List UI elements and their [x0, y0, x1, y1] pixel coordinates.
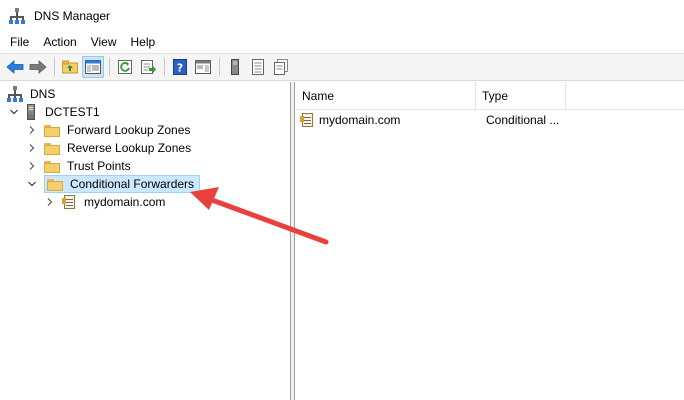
tree-node-label: Forward Lookup Zones	[67, 123, 191, 137]
main-content: DNS DCTEST1 Forward Lookup Zones Reverse…	[0, 82, 684, 400]
console-tree-icon	[85, 60, 101, 74]
menu-view[interactable]: View	[84, 32, 124, 52]
export-list-button[interactable]	[137, 56, 159, 78]
list-item-type: Conditional ...	[486, 113, 560, 127]
records-list-button[interactable]	[247, 56, 269, 78]
tree-node-label: Trust Points	[67, 159, 131, 173]
back-button[interactable]	[4, 56, 26, 78]
dns-manager-icon	[7, 86, 23, 102]
server-icon	[26, 104, 36, 120]
show-hide-console-tree-button[interactable]	[82, 56, 104, 78]
dns-manager-app-icon	[9, 8, 25, 24]
tree-node-trust-points[interactable]: Trust Points	[26, 157, 134, 175]
server-button[interactable]	[224, 56, 246, 78]
chevron-right-icon[interactable]	[44, 196, 56, 208]
tree-node-server[interactable]: DCTEST1	[8, 103, 103, 121]
chevron-right-icon[interactable]	[26, 142, 38, 154]
zone-icon	[62, 194, 76, 210]
tree-node-label: Reverse Lookup Zones	[67, 141, 192, 155]
tree-node-label: DCTEST1	[45, 105, 100, 119]
copy-records-button[interactable]	[270, 56, 292, 78]
forward-arrow-icon	[29, 60, 47, 74]
selection-highlight: Conditional Forwarders	[44, 175, 201, 193]
folder-icon	[44, 142, 60, 155]
refresh-icon	[118, 60, 132, 74]
console-tree: DNS DCTEST1 Forward Lookup Zones Reverse…	[0, 82, 291, 400]
menu-file[interactable]: File	[0, 32, 36, 52]
chevron-right-icon[interactable]	[26, 124, 38, 136]
export-list-icon	[141, 60, 156, 74]
tree-node-reverse-lookup-zones[interactable]: Reverse Lookup Zones	[26, 139, 194, 157]
folder-icon	[44, 124, 60, 137]
menu-help[interactable]: Help	[124, 32, 163, 52]
toolbar-separator	[109, 58, 110, 76]
column-header-type[interactable]: Type	[476, 82, 566, 110]
help-button[interactable]: ?	[169, 56, 191, 78]
folder-up-icon	[62, 60, 78, 74]
window-title: DNS Manager	[34, 9, 111, 23]
tree-node-label: DNS	[30, 87, 56, 101]
list-item-name: mydomain.com	[319, 113, 401, 127]
server-tower-icon	[231, 59, 239, 75]
menu-bar: File Action View Help	[0, 32, 684, 52]
action-pane-icon	[195, 60, 211, 74]
title-bar: DNS Manager	[0, 0, 684, 32]
chevron-down-icon[interactable]	[8, 106, 20, 118]
toolbar-separator	[164, 58, 165, 76]
chevron-down-icon[interactable]	[26, 178, 38, 190]
tree-node-label: Conditional Forwarders	[70, 177, 195, 191]
toolbar-separator	[219, 58, 220, 76]
back-arrow-icon	[6, 60, 24, 74]
tree-node-dns-root[interactable]: DNS	[7, 85, 58, 103]
results-pane: Name Type mydomain.com Conditional ...	[296, 82, 684, 400]
svg-text:?: ?	[177, 62, 183, 75]
list-item[interactable]: mydomain.com Conditional ...	[296, 110, 566, 130]
records-list-icon	[252, 59, 264, 75]
tree-node-mydomain-com[interactable]: mydomain.com	[44, 193, 168, 211]
show-hide-action-pane-button[interactable]	[192, 56, 214, 78]
toolbar: ?	[0, 53, 684, 81]
tree-node-conditional-forwarders[interactable]: Conditional Forwarders	[26, 175, 201, 193]
tree-node-label: mydomain.com	[84, 195, 166, 209]
zone-icon	[300, 112, 314, 128]
column-header-name[interactable]: Name	[296, 82, 476, 110]
chevron-right-icon[interactable]	[26, 160, 38, 172]
up-one-level-button[interactable]	[59, 56, 81, 78]
help-icon: ?	[173, 59, 187, 75]
refresh-button[interactable]	[114, 56, 136, 78]
toolbar-separator	[54, 58, 55, 76]
forward-button[interactable]	[27, 56, 49, 78]
folder-icon	[47, 178, 63, 191]
menu-action[interactable]: Action	[36, 32, 83, 52]
list-header: Name Type	[296, 82, 684, 110]
folder-icon	[44, 160, 60, 173]
copy-records-icon	[274, 59, 288, 75]
tree-node-forward-lookup-zones[interactable]: Forward Lookup Zones	[26, 121, 193, 139]
pane-splitter[interactable]	[291, 82, 295, 400]
